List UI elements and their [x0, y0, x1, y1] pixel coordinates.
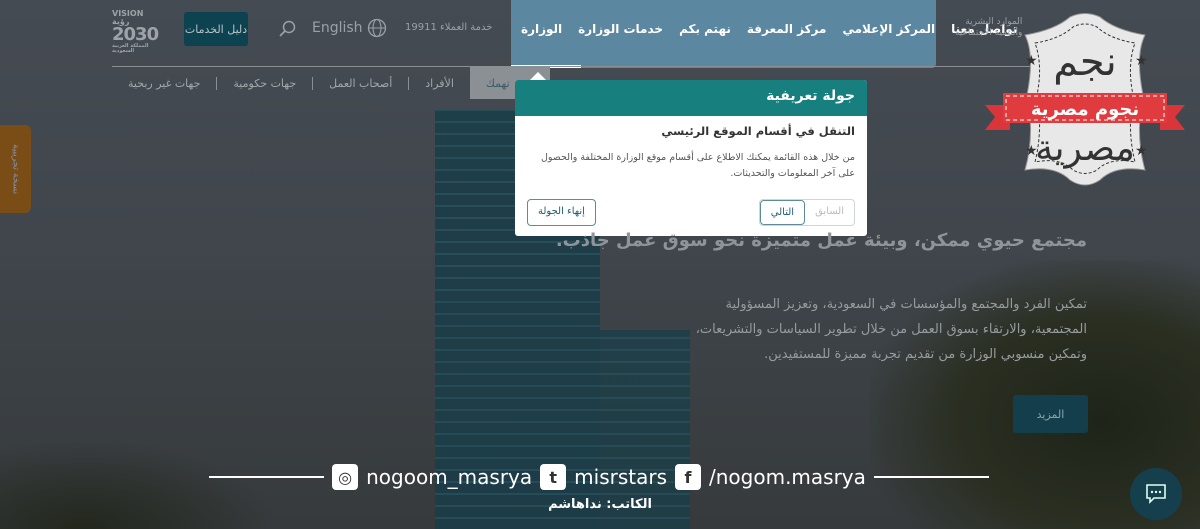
hero-line: المجتمعية، والارتقاء بسوق العمل من خلال …	[695, 322, 1087, 337]
main-nav: الوزارة خدمات الوزارة نهتم بكم مركز المع…	[511, 0, 1017, 68]
watermark-social: ◎ nogoom_masrya t misrstars f /nogom.mas…	[209, 464, 990, 490]
tour-nav-group: السابق التالي	[758, 199, 855, 226]
facebook-handle: /nogom.masrya	[709, 465, 866, 489]
subnav-government[interactable]: جهات حكومية	[216, 76, 312, 90]
nav-ministry[interactable]: الوزارة	[521, 22, 562, 36]
hero-heading: مجتمع حيوي ممكن، وبيئة عمل متميزة نحو سو…	[555, 230, 1087, 251]
twitter-icon: t	[540, 464, 567, 490]
chat-icon	[1146, 484, 1166, 504]
services-guide-button[interactable]: دليل الخدمات	[184, 12, 248, 46]
facebook-icon: f	[675, 464, 701, 490]
writer-credit: الكاتب: نداهاشم	[548, 497, 652, 512]
tour-end-button[interactable]: إنهاء الجولة	[527, 199, 596, 226]
divider	[209, 476, 325, 478]
tour-prev-button[interactable]: السابق	[805, 200, 854, 225]
nav-services[interactable]: خدمات الوزارة	[578, 22, 663, 36]
nav-media[interactable]: المركز الإعلامي	[842, 22, 935, 36]
hero-line: تمكين الفرد والمجتمع والمؤسسات في السعود…	[725, 297, 1088, 312]
tour-title: جولة تعريفية	[515, 80, 867, 116]
search-icon[interactable]	[278, 20, 296, 38]
tour-pointer	[530, 72, 546, 80]
chat-button[interactable]	[1130, 468, 1182, 520]
svg-text:نجم: نجم	[1053, 39, 1117, 85]
instagram-handle: nogoom_masrya	[366, 465, 533, 489]
hero-text: تمكين الفرد والمجتمع والمؤسسات في السعود…	[567, 292, 1087, 367]
tour-heading: التنقل في أقسام الموقع الرئيسي	[661, 124, 855, 138]
tour-body: من خلال هذه القائمة يمكنك الاطلاع على أق…	[541, 152, 855, 179]
svg-text:مصرية: مصرية	[1035, 128, 1135, 169]
svg-text:★: ★	[1135, 53, 1148, 69]
divider	[873, 476, 990, 478]
instagram-icon: ◎	[332, 464, 359, 490]
vision-year: 2030	[112, 24, 159, 45]
twitter-handle: misrstars	[574, 465, 667, 489]
subnav-nonprofit[interactable]: جهات غير ربحية	[112, 77, 216, 90]
globe-icon	[367, 18, 386, 38]
customer-service[interactable]: خدمة العملاء 19911	[405, 22, 492, 33]
vision-sub: المملكة العربية السعودية	[112, 43, 149, 54]
svg-text:★: ★	[1025, 53, 1038, 69]
nogoom-masrya-logo: نجم مصرية نجوم مصرية ★ ★ ★ ★	[985, 13, 1185, 186]
tour-popup: جولة تعريفية التنقل في أقسام الموقع الرئ…	[515, 80, 867, 236]
logo-text: نجوم مصرية	[1031, 99, 1139, 120]
tour-next-button[interactable]: التالي	[759, 200, 806, 225]
vision-2030-logo[interactable]: VISION رؤية 2030 المملكة العربية السعودي…	[112, 10, 160, 54]
language-switch[interactable]: English	[312, 18, 387, 38]
nav-care[interactable]: نهتم بكم	[679, 22, 731, 36]
svg-text:★: ★	[1025, 143, 1038, 159]
hero-line: وتمكين منسوبي الوزارة من تقديم تجربة ممي…	[764, 347, 1087, 362]
nav-knowledge[interactable]: مركز المعرفة	[747, 22, 827, 36]
subnav-individuals[interactable]: الأفراد	[408, 76, 470, 90]
svg-text:★: ★	[1135, 143, 1148, 159]
beta-version-tab[interactable]: نسخة تجريبية	[0, 125, 31, 213]
subnav-employers[interactable]: أصحاب العمل	[312, 76, 408, 90]
audience-nav: تهمك الأفراد أصحاب العمل جهات حكومية جها…	[112, 67, 550, 99]
more-button[interactable]: المزيد	[1013, 395, 1088, 433]
language-label: English	[312, 20, 363, 36]
